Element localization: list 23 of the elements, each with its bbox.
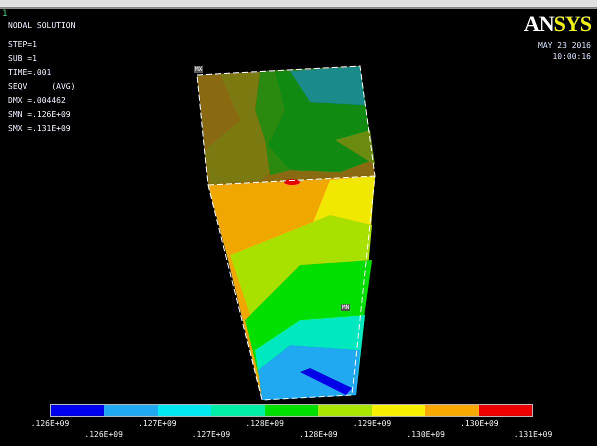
window-number: 1 [2,9,8,19]
info-text: NODAL SOLUTION [8,21,76,31]
date-label: MAY 23 2016 [538,40,591,51]
legend-label: .129E+09 [352,419,392,429]
legend-label: .127E+09 [192,430,230,440]
legend-label: .131E+09 [514,430,552,440]
info-text: SMX =.131E+09 [8,124,72,134]
time-label: 10:00:16 [552,51,591,62]
legend-label: .126E+09 [84,430,123,440]
info-text: SMN =.126E+09 [8,110,72,120]
legend-label: .128E+09 [299,430,338,440]
legend-label: .126E+09 [30,419,70,429]
legend-label: .130E+09 [406,430,445,440]
legend-label: .128E+09 [245,419,284,429]
contour-region [284,179,300,185]
legend-label: .127E+09 [138,419,177,429]
info-text: SEQV (AVG) [8,82,76,92]
legend-label: .130E+09 [460,419,499,429]
info-text: TIME=.001 [8,68,52,78]
info-text: DMX =.004462 [8,96,67,106]
info-text: STEP=1 [8,40,38,50]
ansys-logo: ANSYS [524,12,591,36]
info-text: SUB =1 [8,54,38,64]
